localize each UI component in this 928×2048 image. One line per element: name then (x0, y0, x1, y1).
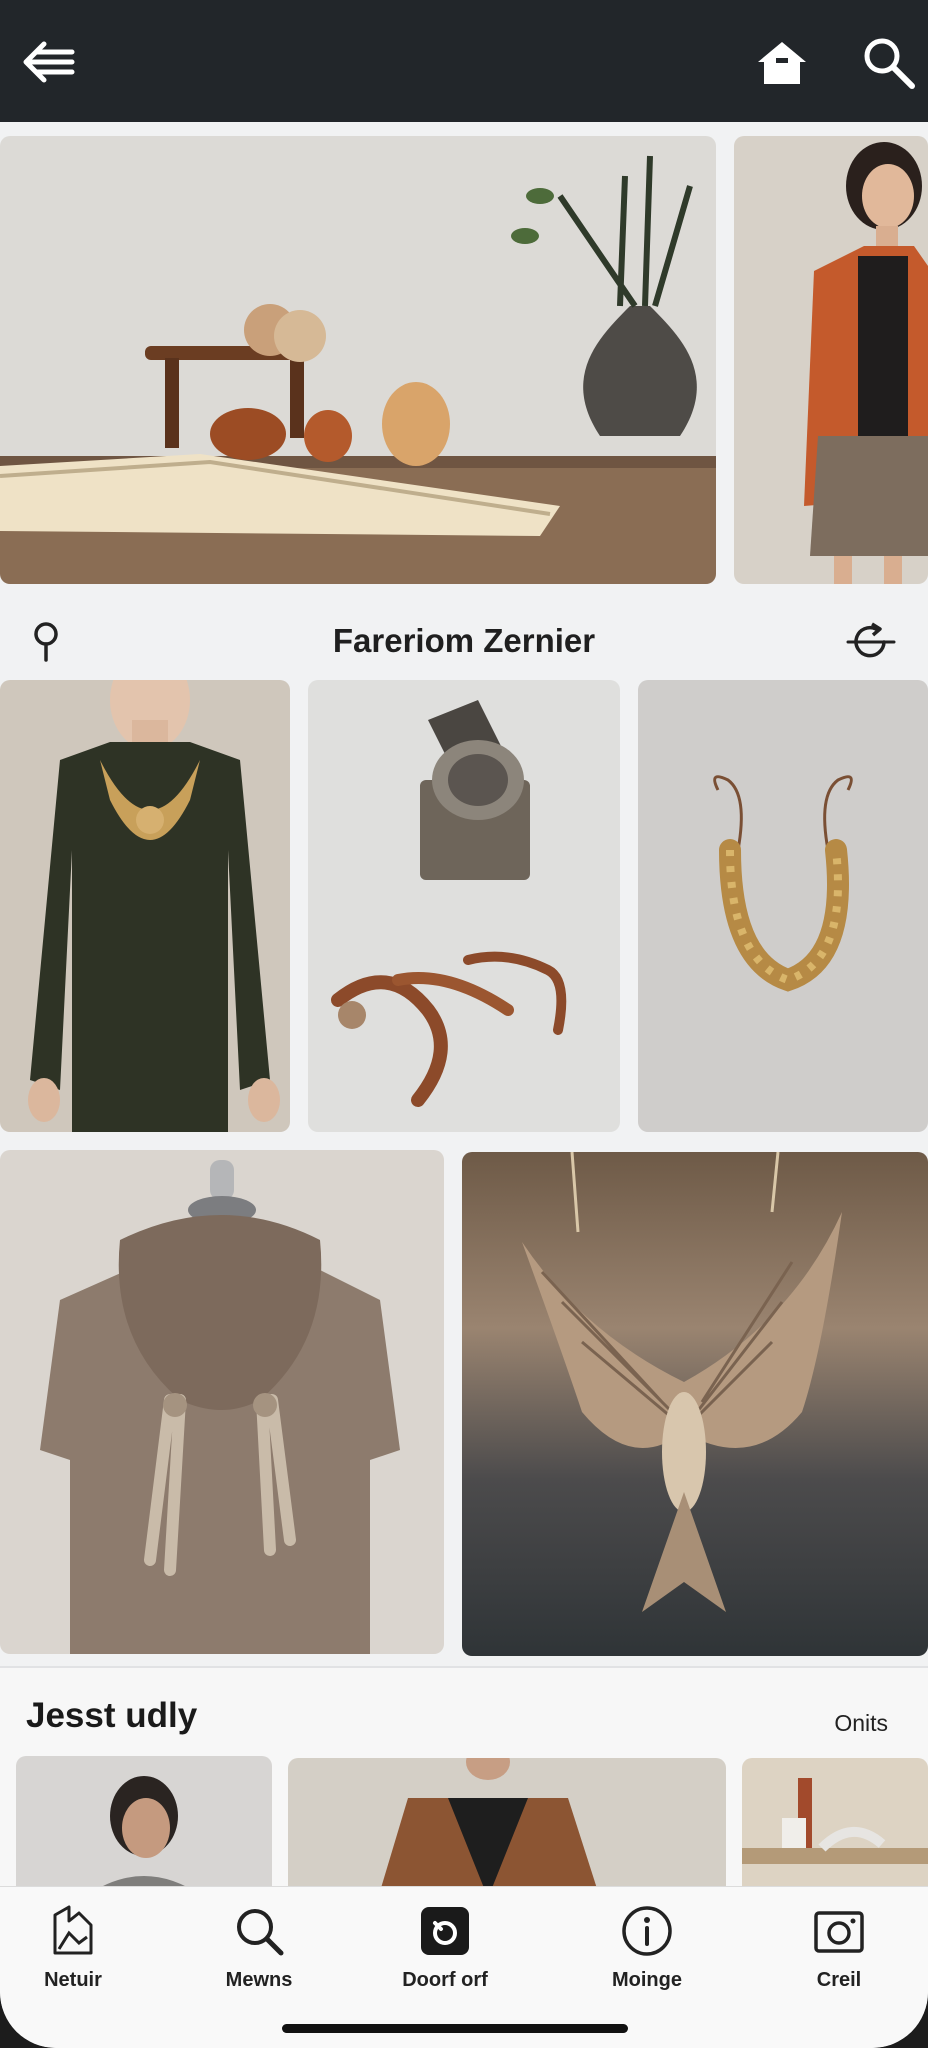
gallery-card-ceramic-earrings[interactable] (308, 680, 620, 1132)
gallery-card-orange-jacket[interactable] (734, 136, 928, 584)
nav-label-doorf-orf: Doorf orf (402, 1969, 488, 1991)
wing-pendant-image (462, 1152, 928, 1656)
gallery-card-beaded-necklace[interactable] (638, 680, 928, 1132)
home-indicator-bar (282, 2024, 628, 2033)
scarf-mannequin-image (0, 1150, 444, 1654)
beaded-necklace-image (638, 680, 928, 1132)
search-icon (864, 38, 915, 89)
store-header: Fareriom Zernier (0, 600, 928, 680)
embroidered-tunic-image (0, 680, 290, 1132)
nav-item-netuir[interactable]: Netuir (8, 1903, 138, 2023)
section-more-link[interactable]: Onits (834, 1710, 888, 1737)
bag-icon (421, 1907, 469, 1955)
nav-label-mewns: Mewns (225, 1969, 293, 1991)
section-card-man-blazer[interactable] (288, 1758, 726, 1898)
top-app-bar (0, 0, 928, 122)
content-screen: Fareriom Zernier Jesst udly Onits Netuir… (0, 122, 928, 2048)
nav-label-netuir: Netuir (44, 1969, 102, 1991)
nav-item-moinge[interactable]: Moinge (582, 1903, 712, 2023)
search-icon (237, 1909, 284, 1956)
nav-item-doorf-orf[interactable]: Doorf orf (380, 1903, 510, 2023)
nav-label-moinge: Moinge (612, 1969, 682, 1991)
search-button[interactable] (856, 30, 920, 94)
info-icon (622, 1906, 672, 1956)
orange-jacket-image (734, 136, 928, 584)
gallery-card-embroidered-tunic[interactable] (0, 680, 290, 1132)
nav-item-creil[interactable]: Creil (774, 1903, 904, 2023)
home-icon (758, 42, 806, 84)
section-title: Jesst udly (26, 1696, 198, 1735)
store-title: Fareriom Zernier (332, 622, 596, 659)
camera-icon (814, 1911, 864, 1953)
home-outline-icon (53, 1905, 93, 1955)
still-life-image (0, 136, 716, 584)
man-blazer-image (288, 1758, 726, 1898)
nav-item-mewns[interactable]: Mewns (194, 1903, 324, 2023)
nav-label-creil: Creil (816, 1969, 862, 1991)
back-arrow-icon (23, 41, 75, 83)
gallery-card-scarf-mannequin[interactable] (0, 1150, 444, 1654)
ceramic-earrings-image (308, 680, 620, 1132)
gallery-card-still-life[interactable] (0, 136, 716, 584)
home-button[interactable] (750, 30, 814, 94)
woman-scarf-image (16, 1756, 272, 1896)
table-decor-image (742, 1758, 928, 1898)
section-card-table-decor[interactable] (742, 1758, 928, 1898)
refresh-icon[interactable] (846, 620, 896, 664)
section-card-woman-scarf[interactable] (16, 1756, 272, 1896)
back-button[interactable] (16, 30, 80, 94)
gallery-card-wing-pendant[interactable] (462, 1152, 928, 1656)
